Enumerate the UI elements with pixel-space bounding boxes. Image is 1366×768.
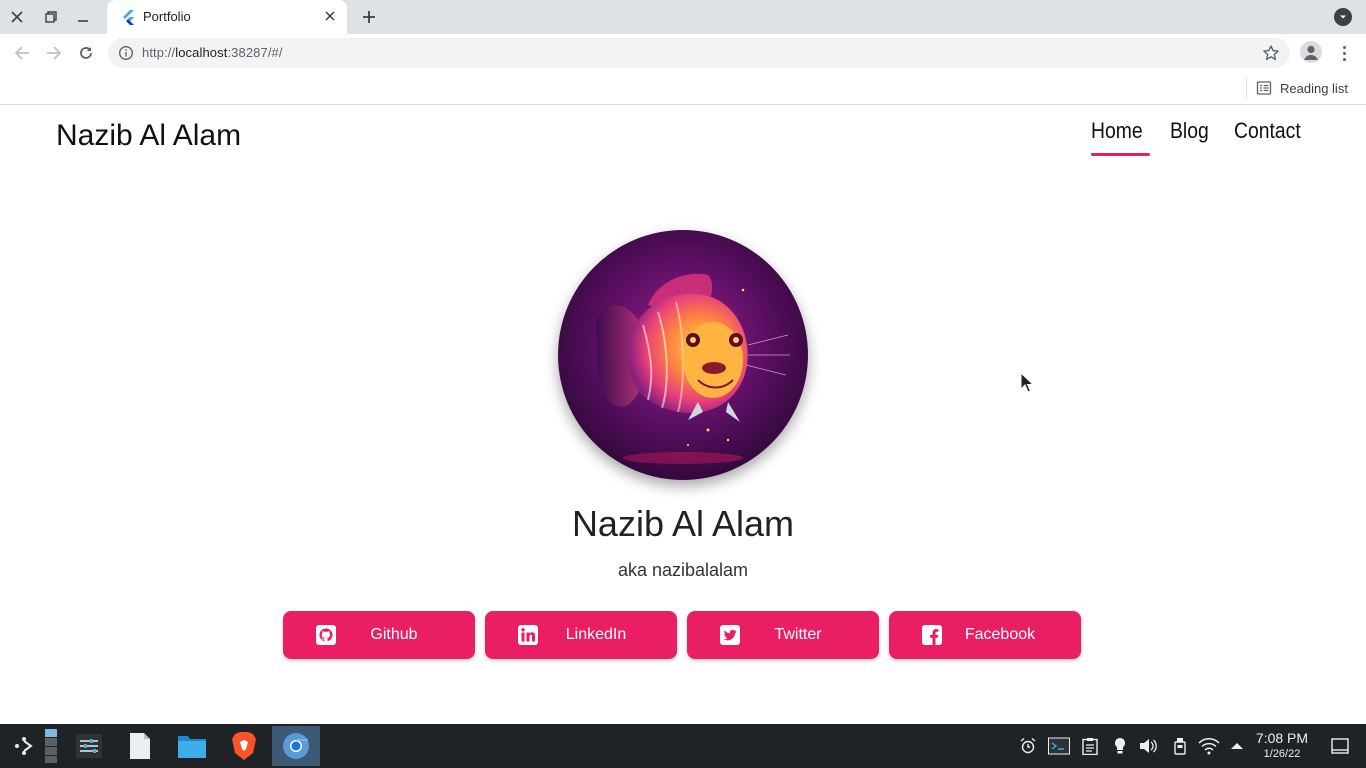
os-taskbar: 7:08 PM 1/26/22 — [0, 724, 1366, 768]
clock-date: 1/26/22 — [1263, 748, 1301, 760]
hero-subtitle: aka nazibalalam — [617, 560, 749, 580]
linkedin-button[interactable]: LinkedIn — [485, 611, 677, 659]
browser-menu-icon[interactable] — [1336, 42, 1352, 64]
nav-contact[interactable]: Contact — [1234, 118, 1310, 154]
facebook-label: Facebook — [964, 626, 1036, 643]
mouse-cursor-icon — [1020, 372, 1034, 393]
show-desktop-icon[interactable] — [1330, 736, 1350, 756]
nav-contact-label: Contact — [1234, 118, 1301, 143]
reading-list-icon — [1256, 81, 1272, 95]
page-content: Nazib Al Alam Home Blog Contact Nazib Al… — [0, 105, 1366, 724]
close-window-icon[interactable] — [5, 5, 29, 29]
address-bar[interactable]: http://localhost:38287/#/ — [108, 38, 1290, 68]
tab-search-icon[interactable] — [1334, 8, 1352, 26]
reload-icon[interactable] — [74, 41, 98, 65]
minimize-window-icon[interactable] — [71, 5, 95, 29]
nav-blog[interactable]: Blog — [1170, 118, 1214, 154]
fish-illustration — [558, 230, 808, 480]
restore-window-icon[interactable] — [39, 5, 63, 29]
clipboard-tray-icon[interactable] — [1080, 736, 1100, 756]
site-brand[interactable]: Nazib Al Alam — [56, 119, 241, 153]
tray-expand-icon[interactable] — [1227, 736, 1247, 756]
github-label: Github — [370, 626, 418, 643]
nav-home[interactable]: Home — [1091, 118, 1150, 156]
flutter-favicon-icon — [123, 10, 134, 25]
profile-avatar — [558, 230, 808, 480]
tab-close-icon[interactable] — [321, 7, 339, 25]
github-button[interactable]: Github — [283, 611, 475, 659]
profile-avatar-icon[interactable] — [1300, 41, 1322, 63]
tab-title: Portfolio — [143, 9, 191, 24]
facebook-icon — [922, 625, 942, 645]
forward-icon[interactable] — [42, 41, 66, 65]
tab-strip: Portfolio — [0, 0, 1366, 34]
browser-toolbar: http://localhost:38287/#/ — [0, 34, 1366, 72]
social-buttons: Github LinkedIn Twitter Facebook — [283, 611, 1081, 659]
settings-mixer-icon[interactable] — [65, 726, 113, 766]
new-tab-button[interactable] — [357, 5, 381, 29]
system-clock[interactable]: 7:08 PM 1/26/22 — [1248, 730, 1316, 760]
alarm-tray-icon[interactable] — [1018, 736, 1038, 756]
site-info-icon[interactable] — [118, 45, 134, 61]
clock-time: 7:08 PM — [1255, 730, 1309, 746]
bookmarks-bar: Reading list — [0, 72, 1366, 105]
url-text[interactable]: http://localhost:38287/#/ — [142, 45, 283, 60]
volume-tray-icon[interactable] — [1138, 736, 1158, 756]
reading-list-label: Reading list — [1280, 80, 1348, 96]
back-icon[interactable] — [10, 41, 34, 65]
brave-browser-icon[interactable] — [220, 726, 268, 766]
pager-icon[interactable] — [38, 726, 64, 766]
linkedin-icon — [518, 625, 538, 645]
linkedin-label: LinkedIn — [565, 626, 627, 643]
wifi-tray-icon[interactable] — [1198, 736, 1220, 756]
hero-name: Nazib Al Alam — [571, 503, 795, 544]
reading-list-button[interactable]: Reading list — [1256, 78, 1348, 98]
site-nav: Home Blog Contact — [1091, 118, 1310, 156]
bookmark-star-icon[interactable] — [1262, 44, 1280, 62]
facebook-button[interactable]: Facebook — [889, 611, 1081, 659]
terminal-tray-icon[interactable] — [1048, 736, 1070, 756]
nav-home-label: Home — [1091, 118, 1144, 143]
brightness-bulb-tray-icon[interactable] — [1110, 736, 1130, 756]
file-manager-icon[interactable] — [168, 726, 216, 766]
twitter-button[interactable]: Twitter — [687, 611, 879, 659]
twitter-icon — [720, 625, 740, 645]
text-editor-icon[interactable] — [116, 726, 164, 766]
usb-device-tray-icon[interactable] — [1170, 736, 1190, 756]
tab-portfolio[interactable]: Portfolio — [107, 0, 347, 34]
github-icon — [316, 625, 336, 645]
chromium-browser-icon[interactable] — [272, 726, 320, 766]
nav-blog-label: Blog — [1170, 118, 1209, 143]
twitter-label: Twitter — [774, 626, 822, 643]
bookmarks-separator — [1246, 78, 1247, 98]
